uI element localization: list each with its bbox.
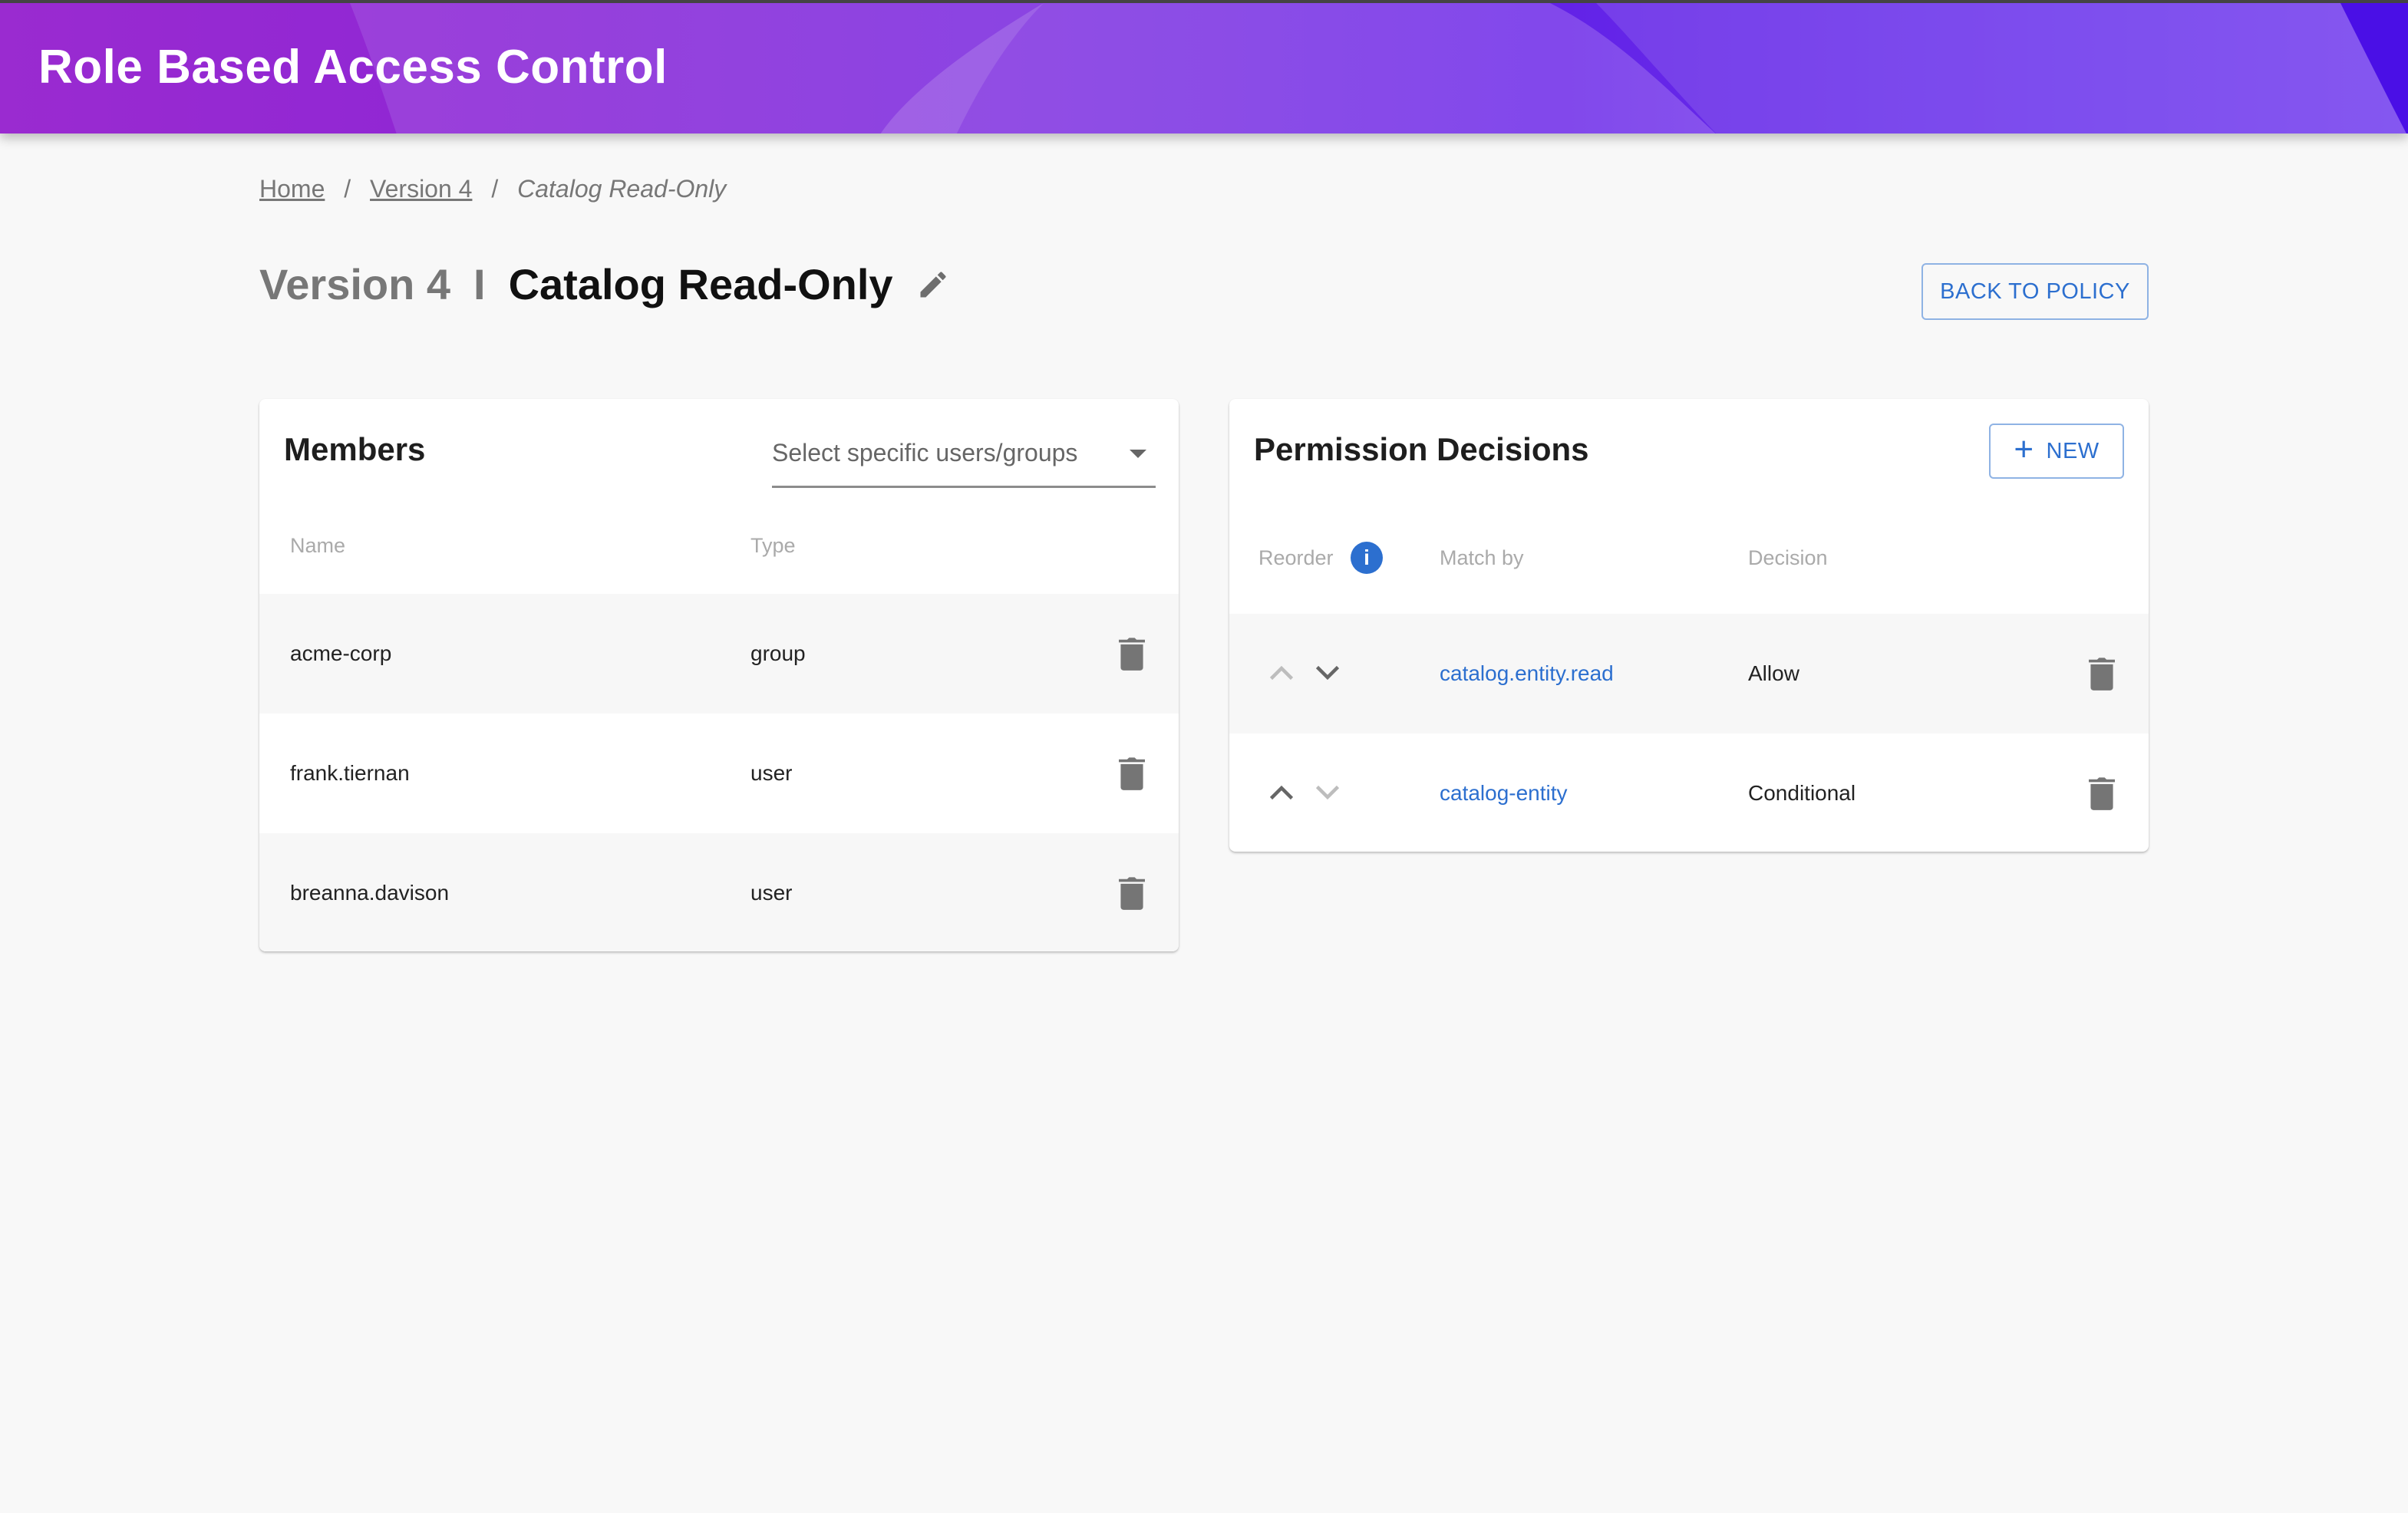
- version-label: Version 4: [259, 260, 451, 308]
- column-header-type: Type: [750, 534, 796, 557]
- move-up-chevron-icon[interactable]: [1268, 663, 1295, 683]
- permission-row: catalog.entity.read Allow: [1229, 614, 2149, 733]
- match-by-link[interactable]: catalog-entity: [1440, 733, 1568, 852]
- decision-value: Allow: [1748, 661, 1799, 685]
- member-type: group: [750, 641, 806, 665]
- move-down-chevron-icon[interactable]: [1314, 783, 1341, 803]
- breadcrumb: Home / Version 4 / Catalog Read-Only: [259, 175, 726, 203]
- new-button-label: NEW: [2046, 438, 2100, 463]
- edit-pencil-icon[interactable]: [916, 268, 950, 302]
- permission-decisions-card: Permission Decisions + NEW Reorder i Mat…: [1229, 399, 2149, 852]
- delete-trash-icon[interactable]: [1119, 756, 1145, 790]
- permission-decisions-title: Permission Decisions: [1254, 431, 1589, 467]
- member-select-placeholder: Select specific users/groups: [772, 439, 1078, 466]
- delete-trash-icon[interactable]: [2089, 776, 2115, 810]
- role-name: Catalog Read-Only: [508, 260, 893, 308]
- delete-trash-icon[interactable]: [1119, 637, 1145, 671]
- member-name: frank.tiernan: [290, 761, 410, 785]
- permission-row: catalog-entity Conditional: [1229, 733, 2149, 852]
- breadcrumb-separator: /: [491, 175, 499, 203]
- plus-icon: +: [2014, 430, 2034, 468]
- member-row: frank.tiernan user: [259, 714, 1179, 833]
- member-row: breanna.davison user: [259, 833, 1179, 951]
- member-type: user: [750, 761, 793, 785]
- delete-trash-icon[interactable]: [2089, 657, 2115, 691]
- match-by-link[interactable]: catalog.entity.read: [1440, 614, 1614, 733]
- member-name: acme-corp: [290, 641, 392, 665]
- app-header: Role Based Access Control: [0, 0, 2408, 134]
- column-header-match-by: Match by: [1440, 546, 1524, 569]
- column-header-decision: Decision: [1748, 546, 1828, 569]
- breadcrumb-separator: /: [344, 175, 351, 203]
- page-title: Version 4 I Catalog Read-Only: [259, 259, 950, 309]
- member-type: user: [750, 881, 793, 905]
- dropdown-caret-icon: [1130, 450, 1146, 458]
- app-title: Role Based Access Control: [38, 41, 668, 94]
- back-to-policy-button[interactable]: BACK TO POLICY: [1921, 263, 2149, 320]
- members-card: Members Select specific users/groups Nam…: [259, 399, 1179, 951]
- breadcrumb-current: Catalog Read-Only: [517, 175, 727, 203]
- breadcrumb-version[interactable]: Version 4: [370, 175, 472, 203]
- move-up-chevron-icon[interactable]: [1268, 783, 1295, 803]
- member-select-dropdown[interactable]: Select specific users/groups: [772, 430, 1156, 488]
- breadcrumb-home[interactable]: Home: [259, 175, 325, 203]
- column-header-reorder: Reorder: [1258, 546, 1334, 569]
- column-header-name: Name: [290, 534, 346, 557]
- members-title: Members: [284, 431, 426, 467]
- move-down-chevron-icon[interactable]: [1314, 663, 1341, 683]
- member-row: acme-corp group: [259, 594, 1179, 714]
- delete-trash-icon[interactable]: [1119, 876, 1145, 910]
- member-name: breanna.davison: [290, 881, 450, 905]
- new-permission-button[interactable]: + NEW: [1989, 424, 2124, 479]
- decision-value: Conditional: [1748, 781, 1856, 805]
- title-divider: I: [473, 260, 486, 308]
- info-icon[interactable]: i: [1351, 542, 1383, 574]
